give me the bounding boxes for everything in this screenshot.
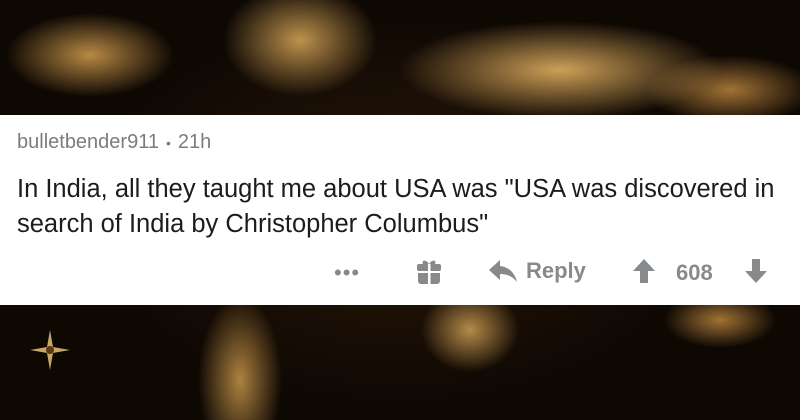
more-options-button[interactable]: ••• [334, 260, 360, 286]
comment-body: In India, all they taught me about USA w… [17, 175, 775, 238]
reply-button[interactable]: Reply [488, 258, 586, 284]
meta-separator: • [165, 134, 171, 151]
upvote-arrow-icon[interactable] [632, 258, 656, 284]
reply-arrow-icon [489, 260, 517, 282]
downvote-arrow-icon[interactable] [744, 258, 768, 284]
reply-label: Reply [526, 258, 586, 283]
comment-username[interactable]: bulletbender911 [17, 131, 159, 154]
comment-age: 21h [177, 131, 212, 153]
gift-icon[interactable] [416, 258, 442, 286]
vote-score: 608 [676, 260, 713, 285]
comment-meta: bulletbender911 • 21h [17, 131, 211, 154]
comment-actions: ••• Reply 608 [0, 252, 800, 292]
compass-rose-icon [30, 330, 70, 370]
